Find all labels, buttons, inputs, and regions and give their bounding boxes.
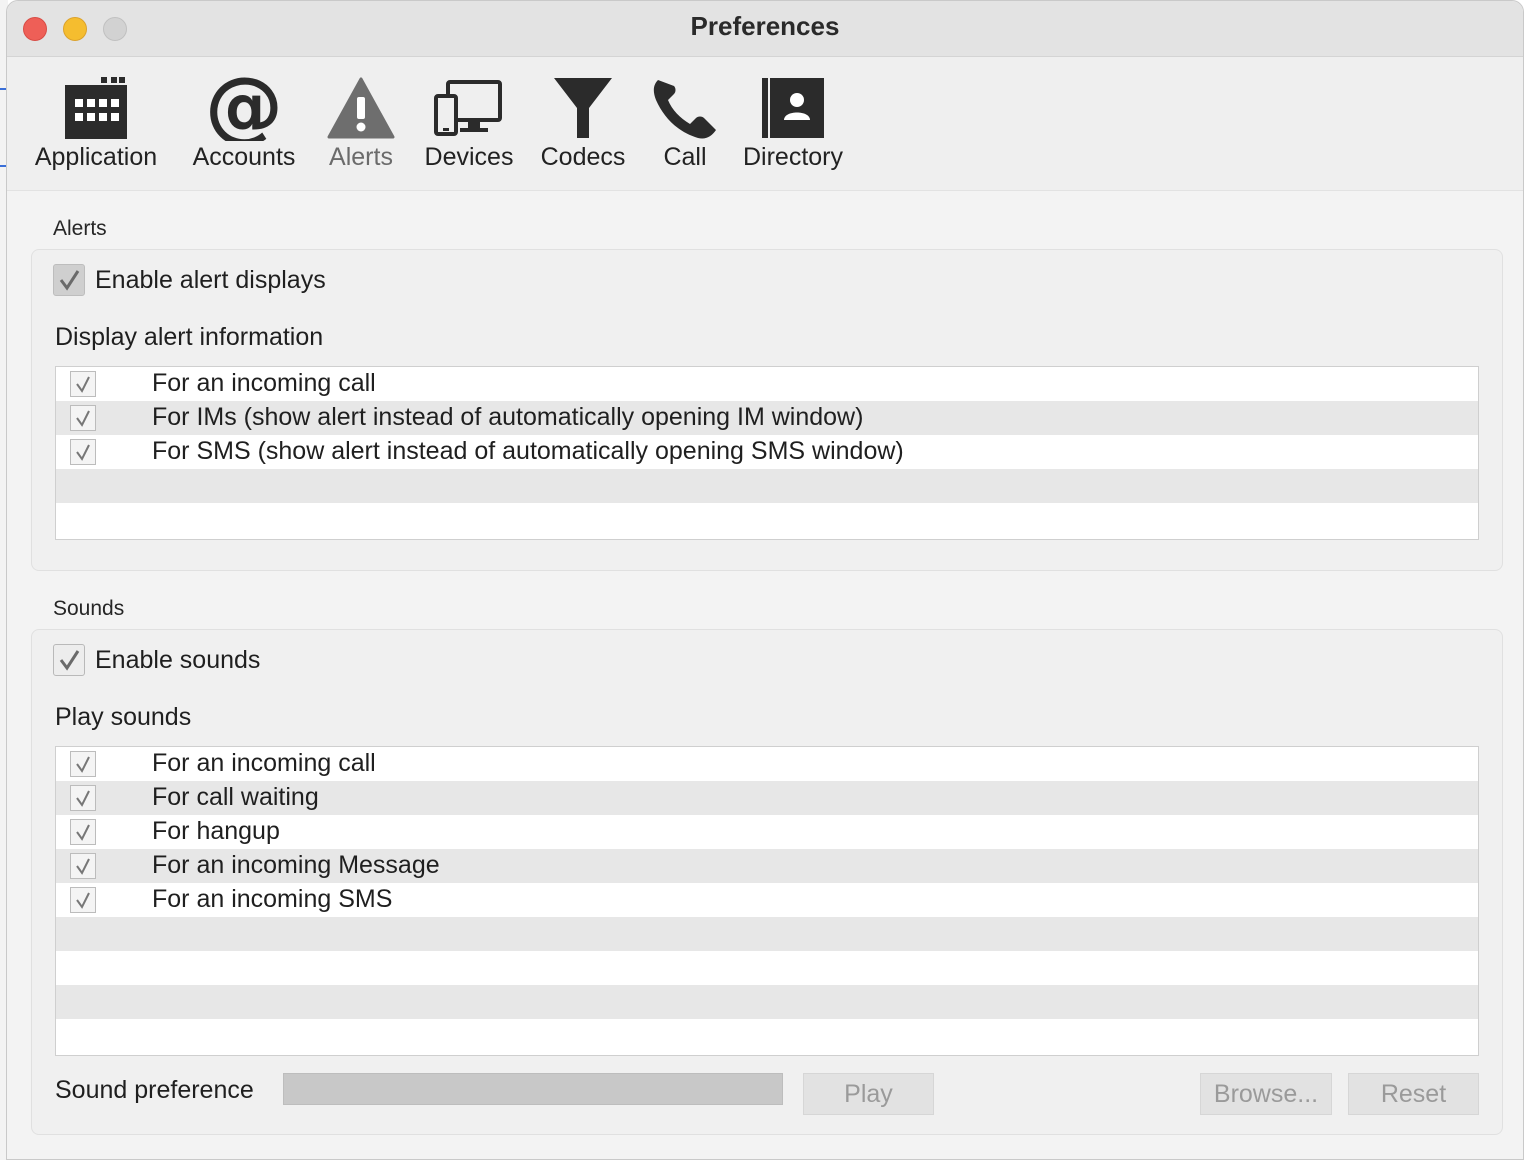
tab-devices[interactable]: Devices xyxy=(423,75,515,172)
list-item[interactable]: For IMs (show alert instead of automatic… xyxy=(56,401,1478,435)
checkmark-icon xyxy=(76,824,90,841)
list-item[interactable]: For an incoming Message xyxy=(56,849,1478,883)
sound-incoming-call-checkbox[interactable] xyxy=(70,751,96,777)
tab-call[interactable]: Call xyxy=(651,75,719,172)
window-title: Preferences xyxy=(690,11,840,41)
tab-alerts[interactable]: Alerts xyxy=(327,75,395,172)
sound-hangup-checkbox[interactable] xyxy=(70,819,96,845)
play-sounds-label: Play sounds xyxy=(55,703,192,731)
checkmark-icon xyxy=(76,858,90,875)
checkmark-icon xyxy=(76,444,90,461)
list-item-label: For an incoming call xyxy=(152,369,376,397)
alert-sms-checkbox[interactable] xyxy=(70,439,96,465)
sounds-section-title: Sounds xyxy=(53,597,125,620)
reset-button[interactable]: Reset xyxy=(1348,1073,1479,1115)
alerts-pane: Alerts Enable alert displays Display ale… xyxy=(7,191,1523,1159)
alerts-group: Enable alert displays Display alert info… xyxy=(31,249,1503,571)
empty-list-row xyxy=(56,469,1478,503)
sound-incoming-message-checkbox[interactable] xyxy=(70,853,96,879)
list-item[interactable]: For call waiting xyxy=(56,781,1478,815)
tab-accounts[interactable]: @ Accounts xyxy=(191,75,297,172)
tab-alerts-label: Alerts xyxy=(329,143,393,171)
list-item-label: For call waiting xyxy=(152,783,319,811)
checkmark-icon xyxy=(76,410,90,427)
tab-devices-label: Devices xyxy=(424,143,514,171)
warning-triangle-icon xyxy=(326,75,396,141)
tab-directory[interactable]: Directory xyxy=(737,75,849,172)
devices-icon xyxy=(434,75,504,141)
browse-button[interactable]: Browse... xyxy=(1200,1073,1332,1115)
tab-application-label: Application xyxy=(34,143,158,171)
enable-sounds-checkbox[interactable] xyxy=(53,644,85,676)
list-item-label: For IMs (show alert instead of automatic… xyxy=(152,403,864,431)
calendar-grid-icon xyxy=(61,75,131,141)
alerts-section-title: Alerts xyxy=(53,217,107,240)
checkmark-icon xyxy=(59,650,80,671)
enable-sounds-label[interactable]: Enable sounds xyxy=(95,646,260,675)
sound-call-waiting-checkbox[interactable] xyxy=(70,785,96,811)
list-item-label: For an incoming SMS xyxy=(152,885,393,913)
list-item[interactable]: For an incoming call xyxy=(56,367,1478,401)
sounds-group: Enable sounds Play sounds For an incomin… xyxy=(31,629,1503,1135)
sound-incoming-sms-checkbox[interactable] xyxy=(70,887,96,913)
title-bar: Preferences xyxy=(7,1,1523,57)
play-sounds-list: For an incoming call For call waiting Fo… xyxy=(55,746,1479,1056)
phone-icon xyxy=(650,75,720,141)
display-alert-information-label: Display alert information xyxy=(55,323,324,351)
alert-information-list: For an incoming call For IMs (show alert… xyxy=(55,366,1479,540)
list-item[interactable]: For an incoming SMS xyxy=(56,883,1478,917)
sound-preference-label: Sound preference xyxy=(55,1076,254,1104)
tab-accounts-label: Accounts xyxy=(192,143,296,171)
empty-list-row xyxy=(56,951,1478,985)
empty-list-row xyxy=(56,917,1478,951)
preferences-toolbar: Application @ Accounts Alerts xyxy=(7,57,1523,191)
checkmark-icon xyxy=(76,790,90,807)
list-item-label: For an incoming call xyxy=(152,749,376,777)
checkmark-icon xyxy=(59,270,80,291)
preferences-window: Preferences Application Accounts Alerts … xyxy=(6,0,1524,1160)
enable-alert-displays-label[interactable]: Enable alert displays xyxy=(95,266,326,295)
contact-book-icon xyxy=(758,75,828,141)
play-button[interactable]: Play xyxy=(803,1073,934,1115)
list-item-label: For hangup xyxy=(152,817,280,845)
list-item-label: For an incoming Message xyxy=(152,851,440,879)
empty-list-row xyxy=(56,503,1478,537)
at-sign-icon: @ xyxy=(209,75,279,141)
alert-incoming-call-checkbox[interactable] xyxy=(70,371,96,397)
svg-text:@: @ xyxy=(209,75,279,141)
enable-alert-displays-checkbox[interactable] xyxy=(53,264,85,296)
funnel-icon xyxy=(548,75,618,141)
tab-call-label: Call xyxy=(663,143,707,171)
empty-list-row xyxy=(56,985,1478,1019)
tab-codecs[interactable]: Codecs xyxy=(541,75,625,172)
list-item[interactable]: For an incoming call xyxy=(56,747,1478,781)
tab-application[interactable]: Application xyxy=(31,75,161,172)
checkmark-icon xyxy=(76,376,90,393)
tab-directory-label: Directory xyxy=(742,143,843,171)
checkmark-icon xyxy=(76,892,90,909)
list-item[interactable]: For hangup xyxy=(56,815,1478,849)
list-item-label: For SMS (show alert instead of automatic… xyxy=(152,437,904,465)
sound-preference-field[interactable] xyxy=(283,1073,783,1105)
list-item[interactable]: For SMS (show alert instead of automatic… xyxy=(56,435,1478,469)
checkmark-icon xyxy=(76,756,90,773)
empty-list-row xyxy=(56,1019,1478,1053)
alert-ims-checkbox[interactable] xyxy=(70,405,96,431)
tab-codecs-label: Codecs xyxy=(540,143,626,171)
